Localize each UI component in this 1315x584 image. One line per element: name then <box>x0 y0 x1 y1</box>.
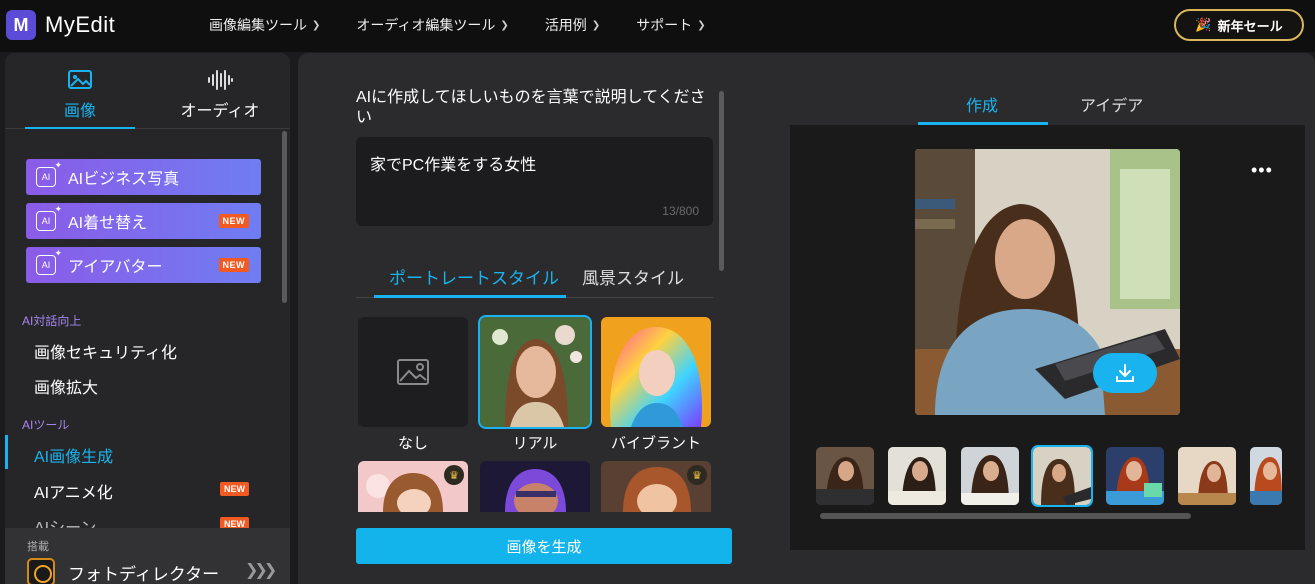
new-badge: NEW <box>218 258 249 272</box>
style-card-3d[interactable]: ♛ <box>601 461 711 512</box>
options-scrollbar[interactable] <box>719 91 724 271</box>
image-icon <box>30 67 130 93</box>
tab-portrait-style[interactable]: ポートレートスタイル <box>389 264 559 289</box>
tab-image[interactable]: 画像 <box>25 67 135 129</box>
result-thumbnail-2[interactable] <box>888 447 946 505</box>
nav-image-editing-tools[interactable]: 画像編集ツール ❯ <box>209 15 320 35</box>
ai-button-label: アイアバター <box>68 259 163 276</box>
tab-audio[interactable]: オーディオ <box>170 67 270 121</box>
app-name: MyEdit <box>45 12 116 37</box>
style-realistic-card[interactable] <box>478 315 592 429</box>
ai-sparkle-icon: AI <box>36 160 62 187</box>
thumbnail-image <box>1178 447 1236 505</box>
nav-use-cases[interactable]: 活用例 ❯ <box>545 15 600 35</box>
style-card-neon[interactable] <box>480 461 590 512</box>
tab-ideas[interactable]: アイデア <box>1080 92 1143 116</box>
ai-sparkle-icon: AI <box>36 204 62 231</box>
style-tab-underline <box>374 295 566 298</box>
new-badge: NEW <box>220 482 249 496</box>
crown-premium-icon: ♛ <box>687 465 707 485</box>
thumbnail-image <box>1106 447 1164 505</box>
style-realistic-label: リアル <box>512 435 558 452</box>
style-card-cartoon[interactable]: ♛ <box>358 461 468 512</box>
ai-avatar-button[interactable]: AI アイアバター NEW <box>26 247 261 283</box>
ai-button-label: AIビジネス写真 <box>68 171 180 188</box>
main-nav: 画像編集ツール ❯ オーディオ編集ツール ❯ 活用例 ❯ サポート ❯ <box>209 15 742 35</box>
result-thumbnail-1[interactable] <box>816 447 874 505</box>
prompt-label: AIに作成してほしいものを言葉で説明してください <box>356 89 706 126</box>
realistic-portrait-thumbnail <box>480 317 590 427</box>
chevron-down-icon: ❯ <box>312 19 321 31</box>
result-thumbnail-4-selected[interactable] <box>1031 445 1093 507</box>
thumbnail-image <box>1033 447 1091 505</box>
image-placeholder-icon <box>397 359 429 385</box>
bundled-app-promo[interactable]: 搭載 フォトディレクター ❯❯❯ <box>5 528 290 584</box>
generate-image-button[interactable]: 画像を生成 <box>356 528 732 564</box>
nav-label: サポート <box>636 17 693 33</box>
tab-landscape-style[interactable]: 風景スタイル <box>582 264 684 289</box>
crown-premium-icon: ♛ <box>444 465 464 485</box>
myedit-logo[interactable]: M MyEdit <box>6 10 115 40</box>
thumbnail-image <box>816 447 874 505</box>
result-thumbnail-7[interactable] <box>1250 447 1282 505</box>
download-button[interactable] <box>1093 353 1157 393</box>
nav-label: 活用例 <box>544 17 587 33</box>
download-icon <box>1116 364 1134 382</box>
tool-sidebar: 画像 オーディオ AI AIビジネス写真 AI AI着せ替え NEW AI アイ… <box>5 53 290 584</box>
menu-ai-anime[interactable]: AIアニメ化 <box>34 479 113 503</box>
result-tabs: 作成 アイデア <box>918 82 1178 125</box>
party-popper-icon: 🎉 <box>1195 17 1212 32</box>
result-thumbnail-3[interactable] <box>961 447 1019 505</box>
result-thumbnail-6[interactable] <box>1178 447 1236 505</box>
section-heading-dialog: AI対話向上 <box>22 314 82 328</box>
tab-audio-label: オーディオ <box>180 103 260 120</box>
chevrons-right-icon: ❯❯❯ <box>245 562 277 579</box>
new-badge: NEW <box>218 214 249 228</box>
top-navigation-bar: M MyEdit 画像編集ツール ❯ オーディオ編集ツール ❯ 活用例 ❯ サポート ❯… <box>0 0 1315 52</box>
thumbnail-image <box>1250 447 1282 505</box>
active-indicator <box>5 435 8 469</box>
thumbnail-image <box>888 447 946 505</box>
bundled-tag: 搭載 <box>27 541 49 553</box>
bundled-app-name: フォトディレクター <box>68 565 220 584</box>
prompt-value: 家でPC作業をする女性 <box>370 157 537 174</box>
sidebar-tabs: 画像 オーディオ <box>5 53 290 129</box>
menu-image-security[interactable]: 画像セキュリティ化 <box>34 339 177 363</box>
style-vibrant-label: バイブラント <box>610 435 701 452</box>
new-year-sale-button[interactable]: 🎉 新年セール <box>1174 9 1304 41</box>
chevron-down-icon: ❯ <box>591 19 601 31</box>
nav-label: 画像編集ツール <box>209 17 307 33</box>
logo-mark-icon: M <box>6 10 36 40</box>
vibrant-portrait-thumbnail <box>601 317 711 427</box>
nav-label: オーディオ編集ツール <box>356 17 496 33</box>
thumbnail-image <box>961 447 1019 505</box>
tab-create[interactable]: 作成 <box>966 92 998 116</box>
photodirector-icon <box>27 558 55 584</box>
style-none-label: なし <box>397 435 428 452</box>
waveform-icon <box>170 67 270 93</box>
section-heading-ai-tools: AIツール <box>22 418 70 432</box>
sidebar-scrollbar[interactable] <box>282 131 287 303</box>
ai-outfit-change-button[interactable]: AI AI着せ替え NEW <box>26 203 261 239</box>
style-vibrant-card[interactable] <box>601 317 711 427</box>
chevron-down-icon: ❯ <box>500 19 509 31</box>
prompt-textarea[interactable]: 家でPC作業をする女性 13/800 <box>356 137 713 226</box>
neon-portrait-thumbnail <box>480 461 590 512</box>
more-options-icon[interactable]: ••• <box>1251 160 1273 181</box>
ai-business-photo-button[interactable]: AI AIビジネス写真 <box>26 159 261 195</box>
thumbnail-scrollbar[interactable] <box>820 513 1191 519</box>
nav-support[interactable]: サポート ❯ <box>636 15 705 35</box>
ai-button-label: AI着せ替え <box>68 215 148 232</box>
style-none-card[interactable] <box>358 317 468 427</box>
character-count: 13/800 <box>662 204 699 218</box>
ai-sparkle-icon: AI <box>36 248 62 275</box>
sale-label: 新年セール <box>1217 18 1283 34</box>
nav-audio-editing-tools[interactable]: オーディオ編集ツール ❯ <box>356 15 508 35</box>
tab-image-label: 画像 <box>63 103 96 120</box>
result-thumbnail-5[interactable] <box>1106 447 1164 505</box>
chevron-down-icon: ❯ <box>697 19 706 31</box>
style-tabs: ポートレートスタイル 風景スタイル <box>356 258 713 298</box>
menu-image-upscale[interactable]: 画像拡大 <box>34 374 98 398</box>
menu-ai-image-generation[interactable]: AI画像生成 <box>34 443 113 467</box>
